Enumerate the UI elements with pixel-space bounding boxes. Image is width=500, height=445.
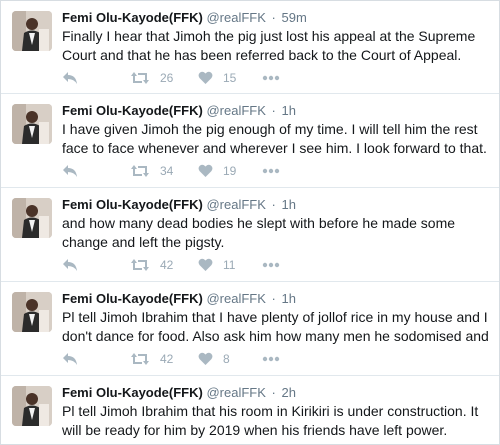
like-count: 8: [223, 352, 230, 366]
timestamp[interactable]: 59m: [282, 10, 307, 25]
avatar[interactable]: [12, 11, 52, 51]
more-button[interactable]: [262, 256, 280, 274]
timestamp[interactable]: 1h: [282, 291, 296, 306]
more-icon: [262, 262, 280, 268]
separator-dot: ·: [271, 197, 276, 212]
author-handle[interactable]: @realFFK: [206, 385, 265, 400]
like-button[interactable]: 11: [198, 256, 235, 274]
tweet-actions: 34 19: [62, 162, 362, 180]
tweet[interactable]: Femi Olu-Kayode(FFK) @realFFK · 2h Pl te…: [1, 376, 499, 444]
tweet[interactable]: Femi Olu-Kayode(FFK) @realFFK · 1h and h…: [1, 188, 499, 282]
heart-icon: [198, 352, 213, 365]
avatar[interactable]: [12, 198, 52, 238]
tweet[interactable]: Femi Olu-Kayode(FFK) @realFFK · 59m Fina…: [1, 1, 499, 94]
more-icon: [262, 356, 280, 362]
retweet-button[interactable]: 34: [130, 162, 173, 180]
reply-button[interactable]: [62, 350, 78, 368]
tweet[interactable]: Femi Olu-Kayode(FFK) @realFFK · 1h I hav…: [1, 94, 499, 188]
author-handle[interactable]: @realFFK: [206, 197, 265, 212]
tweet-text: Finally I hear that Jimoh the pig just l…: [62, 28, 476, 63]
tweet-header: Femi Olu-Kayode(FFK) @realFFK · 1h: [62, 102, 296, 120]
heart-icon: [198, 164, 213, 177]
author-name[interactable]: Femi Olu-Kayode(FFK): [62, 291, 203, 306]
reply-icon: [63, 72, 77, 84]
reply-icon: [63, 353, 77, 365]
retweet-icon: [131, 165, 149, 177]
reply-button[interactable]: [62, 162, 78, 180]
heart-icon: [198, 71, 213, 84]
retweet-count: 34: [160, 164, 174, 178]
more-icon: [262, 75, 280, 81]
tweet-header: Femi Olu-Kayode(FFK) @realFFK · 1h: [62, 196, 296, 214]
more-button[interactable]: [262, 350, 280, 368]
more-button[interactable]: [262, 162, 280, 180]
author-name[interactable]: Femi Olu-Kayode(FFK): [62, 10, 203, 25]
tweet-actions: 26 15: [62, 69, 362, 87]
like-button[interactable]: 19: [198, 162, 236, 180]
retweet-count: 42: [160, 352, 174, 366]
author-name[interactable]: Femi Olu-Kayode(FFK): [62, 385, 203, 400]
reply-icon: [63, 259, 77, 271]
like-count: 15: [223, 71, 237, 85]
retweet-icon: [131, 353, 149, 365]
tweet-text: and how many dead bodies he slept with b…: [62, 215, 456, 250]
tweet-text: I have given Jimoh the pig enough of my …: [62, 121, 487, 156]
retweet-count: 42: [160, 258, 174, 272]
like-button[interactable]: 15: [198, 69, 236, 87]
like-button[interactable]: 8: [198, 350, 230, 368]
tweet-text: Pl tell Jimoh Ibrahim that I have plenty…: [62, 309, 489, 344]
separator-dot: ·: [271, 103, 276, 118]
tweet[interactable]: Femi Olu-Kayode(FFK) @realFFK · 1h Pl te…: [1, 282, 499, 376]
retweet-button[interactable]: 26: [130, 69, 173, 87]
separator-dot: ·: [271, 385, 276, 400]
timestamp[interactable]: 1h: [282, 197, 296, 212]
avatar[interactable]: [12, 292, 52, 332]
tweet-actions: 42 11: [62, 256, 362, 274]
separator-dot: ·: [271, 291, 276, 306]
author-handle[interactable]: @realFFK: [206, 103, 265, 118]
tweet-header: Femi Olu-Kayode(FFK) @realFFK · 1h: [62, 290, 296, 308]
retweet-button[interactable]: 42: [130, 256, 173, 274]
avatar[interactable]: [12, 104, 52, 144]
retweet-button[interactable]: 42: [130, 350, 173, 368]
author-name[interactable]: Femi Olu-Kayode(FFK): [62, 197, 203, 212]
heart-icon: [198, 258, 213, 271]
avatar[interactable]: [12, 386, 52, 426]
retweet-icon: [131, 72, 149, 84]
reply-button[interactable]: [62, 256, 78, 274]
like-count: 19: [223, 164, 237, 178]
author-handle[interactable]: @realFFK: [206, 10, 265, 25]
separator-dot: ·: [271, 10, 276, 25]
like-count: 11: [223, 258, 236, 272]
tweet-header: Femi Olu-Kayode(FFK) @realFFK · 59m: [62, 9, 307, 27]
more-icon: [262, 168, 280, 174]
timeline: Femi Olu-Kayode(FFK) @realFFK · 59m Fina…: [0, 0, 500, 445]
reply-icon: [63, 165, 77, 177]
author-name[interactable]: Femi Olu-Kayode(FFK): [62, 103, 203, 118]
timestamp[interactable]: 2h: [282, 385, 296, 400]
reply-button[interactable]: [62, 69, 78, 87]
tweet-actions: 42 8: [62, 350, 362, 368]
retweet-icon: [131, 259, 149, 271]
tweet-text: Pl tell Jimoh Ibrahim that his room in K…: [62, 403, 479, 438]
author-handle[interactable]: @realFFK: [206, 291, 265, 306]
timestamp[interactable]: 1h: [282, 103, 296, 118]
retweet-count: 26: [160, 71, 174, 85]
more-button[interactable]: [262, 69, 280, 87]
tweet-header: Femi Olu-Kayode(FFK) @realFFK · 2h: [62, 384, 296, 402]
